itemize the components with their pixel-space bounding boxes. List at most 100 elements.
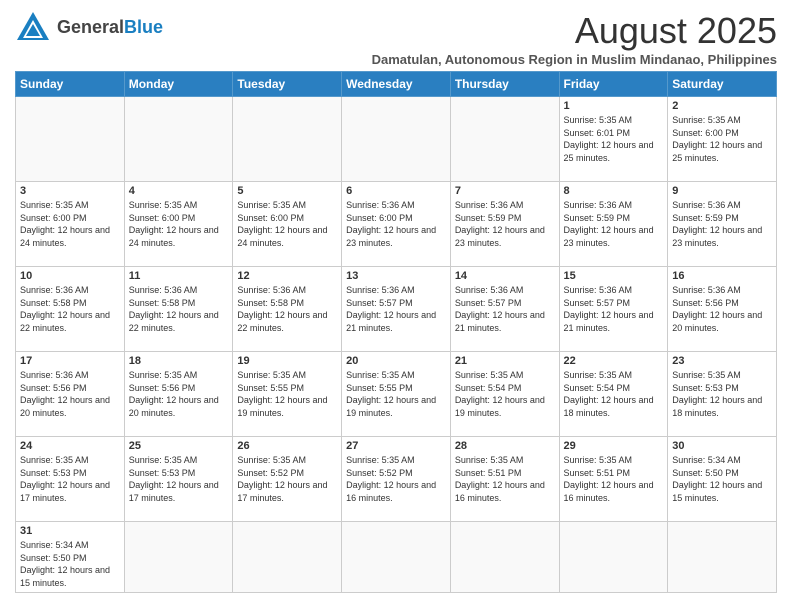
day-number: 25 — [129, 440, 229, 452]
calendar-day: 7Sunrise: 5:36 AM Sunset: 5:59 PM Daylig… — [450, 182, 559, 267]
day-info: Sunrise: 5:36 AM Sunset: 5:58 PM Dayligh… — [20, 284, 120, 334]
day-info: Sunrise: 5:35 AM Sunset: 6:01 PM Dayligh… — [564, 114, 664, 164]
day-info: Sunrise: 5:36 AM Sunset: 5:59 PM Dayligh… — [564, 199, 664, 249]
calendar-day — [233, 97, 342, 182]
day-number: 30 — [672, 440, 772, 452]
day-number: 9 — [672, 185, 772, 197]
day-number: 28 — [455, 440, 555, 452]
day-number: 24 — [20, 440, 120, 452]
day-number: 2 — [672, 100, 772, 112]
calendar-day: 24Sunrise: 5:35 AM Sunset: 5:53 PM Dayli… — [16, 437, 125, 522]
logo-icon — [15, 10, 51, 46]
calendar-day — [668, 522, 777, 593]
calendar-day: 15 Sunrise: 5:36 AM Sunset: 5:57 PM Dayli… — [559, 267, 668, 352]
day-info: Sunrise: 5:35 AM Sunset: 5:55 PM Dayligh… — [237, 369, 337, 419]
calendar-day — [16, 97, 125, 182]
calendar-day: 2 Sunrise: 5:35 AM Sunset: 6:00 PM Daylig… — [668, 97, 777, 182]
logo-blue-text: Blue — [124, 17, 163, 37]
calendar-day: 11 Sunrise: 5:36 AM Sunset: 5:58 PM Dayli… — [124, 267, 233, 352]
weekday-header-tuesday: Tuesday — [233, 72, 342, 97]
calendar-day: 14 Sunrise: 5:36 AM Sunset: 5:57 PM Dayli… — [450, 267, 559, 352]
weekday-header-saturday: Saturday — [668, 72, 777, 97]
calendar-day: 30 Sunrise: 5:34 AM Sunset: 5:50 PM Dayli… — [668, 437, 777, 522]
day-number: 23 — [672, 355, 772, 367]
calendar-day — [559, 522, 668, 593]
day-number: 19 — [237, 355, 337, 367]
day-number: 5 — [237, 185, 337, 197]
day-number: 18 — [129, 355, 229, 367]
weekday-header-friday: Friday — [559, 72, 668, 97]
calendar-day: 18 Sunrise: 5:35 AM Sunset: 5:56 PM Dayli… — [124, 352, 233, 437]
calendar-day — [450, 522, 559, 593]
calendar-day: 9 Sunrise: 5:36 AM Sunset: 5:59 PM Daylig… — [668, 182, 777, 267]
day-number: 8 — [564, 185, 664, 197]
day-info: Sunrise: 5:35 AM Sunset: 5:54 PM Dayligh… — [455, 369, 555, 419]
day-info: Sunrise: 5:35 AM Sunset: 5:51 PM Dayligh… — [455, 454, 555, 504]
day-info: Sunrise: 5:36 AM Sunset: 5:59 PM Dayligh… — [672, 199, 772, 249]
calendar-week-row: 17 Sunrise: 5:36 AM Sunset: 5:56 PM Dayli… — [16, 352, 777, 437]
calendar-day: 28 Sunrise: 5:35 AM Sunset: 5:51 PM Dayli… — [450, 437, 559, 522]
day-number: 16 — [672, 270, 772, 282]
day-number: 17 — [20, 355, 120, 367]
day-number: 31 — [20, 525, 120, 537]
day-number: 12 — [237, 270, 337, 282]
weekday-header-monday: Monday — [124, 72, 233, 97]
day-info: Sunrise: 5:35 AM Sunset: 5:56 PM Dayligh… — [129, 369, 229, 419]
page-header: GeneralBlue August 2025 Damatulan, Auton… — [15, 10, 777, 67]
calendar-day — [233, 522, 342, 593]
calendar-day: 12 Sunrise: 5:36 AM Sunset: 5:58 PM Dayli… — [233, 267, 342, 352]
day-info: Sunrise: 5:35 AM Sunset: 6:00 PM Dayligh… — [237, 199, 337, 249]
day-number: 14 — [455, 270, 555, 282]
subtitle: Damatulan, Autonomous Region in Muslim M… — [372, 52, 777, 67]
day-number: 22 — [564, 355, 664, 367]
day-number: 29 — [564, 440, 664, 452]
calendar-week-row: 1 Sunrise: 5:35 AM Sunset: 6:01 PM Daylig… — [16, 97, 777, 182]
calendar-day: 22 Sunrise: 5:35 AM Sunset: 5:54 PM Dayli… — [559, 352, 668, 437]
day-info: Sunrise: 5:34 AM Sunset: 5:50 PM Dayligh… — [672, 454, 772, 504]
logo-wordmark: GeneralBlue — [57, 18, 163, 38]
calendar-day — [450, 97, 559, 182]
calendar-day: 27Sunrise: 5:35 AM Sunset: 5:52 PM Dayli… — [342, 437, 451, 522]
day-info: Sunrise: 5:35 AM Sunset: 6:00 PM Dayligh… — [672, 114, 772, 164]
calendar-day: 29 Sunrise: 5:35 AM Sunset: 5:51 PM Dayli… — [559, 437, 668, 522]
calendar-day: 13Sunrise: 5:36 AM Sunset: 5:57 PM Dayli… — [342, 267, 451, 352]
calendar-day: 17 Sunrise: 5:36 AM Sunset: 5:56 PM Dayli… — [16, 352, 125, 437]
calendar-day: 23 Sunrise: 5:35 AM Sunset: 5:53 PM Dayli… — [668, 352, 777, 437]
day-info: Sunrise: 5:36 AM Sunset: 5:58 PM Dayligh… — [237, 284, 337, 334]
day-info: Sunrise: 5:36 AM Sunset: 5:57 PM Dayligh… — [455, 284, 555, 334]
day-info: Sunrise: 5:35 AM Sunset: 5:52 PM Dayligh… — [346, 454, 446, 504]
title-area: August 2025 Damatulan, Autonomous Region… — [372, 10, 777, 67]
day-info: Sunrise: 5:36 AM Sunset: 6:00 PM Dayligh… — [346, 199, 446, 249]
day-number: 4 — [129, 185, 229, 197]
calendar-day: 8 Sunrise: 5:36 AM Sunset: 5:59 PM Daylig… — [559, 182, 668, 267]
calendar-day: 1 Sunrise: 5:35 AM Sunset: 6:01 PM Daylig… — [559, 97, 668, 182]
day-info: Sunrise: 5:36 AM Sunset: 5:56 PM Dayligh… — [20, 369, 120, 419]
day-info: Sunrise: 5:35 AM Sunset: 6:00 PM Dayligh… — [129, 199, 229, 249]
month-title: August 2025 — [372, 10, 777, 52]
day-number: 15 — [564, 270, 664, 282]
day-number: 7 — [455, 185, 555, 197]
day-number: 11 — [129, 270, 229, 282]
day-number: 20 — [346, 355, 446, 367]
day-info: Sunrise: 5:35 AM Sunset: 5:53 PM Dayligh… — [672, 369, 772, 419]
calendar-day — [342, 522, 451, 593]
day-number: 6 — [346, 185, 446, 197]
day-info: Sunrise: 5:36 AM Sunset: 5:58 PM Dayligh… — [129, 284, 229, 334]
day-info: Sunrise: 5:36 AM Sunset: 5:56 PM Dayligh… — [672, 284, 772, 334]
calendar-week-row: 31Sunrise: 5:34 AM Sunset: 5:50 PM Dayli… — [16, 522, 777, 593]
weekday-header-thursday: Thursday — [450, 72, 559, 97]
day-info: Sunrise: 5:35 AM Sunset: 5:53 PM Dayligh… — [129, 454, 229, 504]
calendar-day: 5 Sunrise: 5:35 AM Sunset: 6:00 PM Daylig… — [233, 182, 342, 267]
day-info: Sunrise: 5:35 AM Sunset: 5:51 PM Dayligh… — [564, 454, 664, 504]
day-info: Sunrise: 5:36 AM Sunset: 5:57 PM Dayligh… — [564, 284, 664, 334]
day-info: Sunrise: 5:36 AM Sunset: 5:57 PM Dayligh… — [346, 284, 446, 334]
day-number: 1 — [564, 100, 664, 112]
calendar-day: 31Sunrise: 5:34 AM Sunset: 5:50 PM Dayli… — [16, 522, 125, 593]
calendar-day: 16 Sunrise: 5:36 AM Sunset: 5:56 PM Dayli… — [668, 267, 777, 352]
weekday-header-row: SundayMondayTuesdayWednesdayThursdayFrid… — [16, 72, 777, 97]
calendar-day: 21 Sunrise: 5:35 AM Sunset: 5:54 PM Dayli… — [450, 352, 559, 437]
day-info: Sunrise: 5:35 AM Sunset: 5:54 PM Dayligh… — [564, 369, 664, 419]
day-number: 26 — [237, 440, 337, 452]
weekday-header-sunday: Sunday — [16, 72, 125, 97]
day-number: 21 — [455, 355, 555, 367]
